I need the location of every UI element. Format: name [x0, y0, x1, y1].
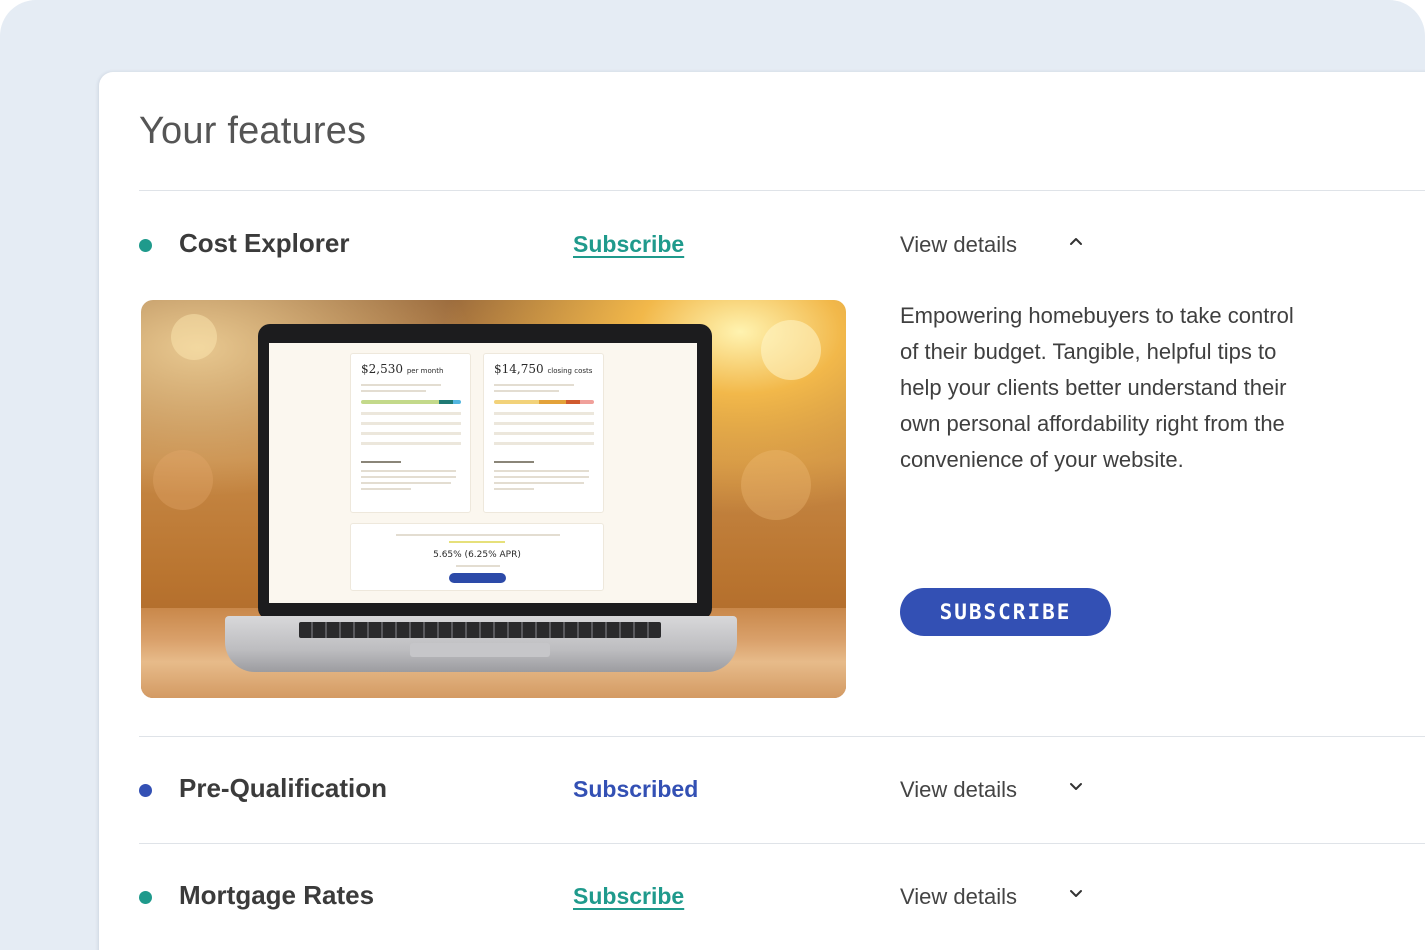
- text-line: [456, 565, 500, 567]
- page-title: Your features: [139, 110, 367, 152]
- subscribe-link[interactable]: Subscribe: [573, 883, 684, 910]
- closing-cost-card: $14,750 closing costs: [483, 353, 604, 513]
- subscribed-status: Subscribed: [573, 776, 699, 802]
- legend-row: [494, 442, 594, 445]
- rate-card: 5.65% (6.25% APR): [350, 523, 604, 591]
- status-dot: [139, 891, 152, 904]
- browse-rates-button: [449, 573, 506, 583]
- text-line: [494, 461, 534, 463]
- text-line: [494, 476, 589, 478]
- text-line: [494, 384, 574, 386]
- feature-row-cost-explorer: Cost Explorer Subscribe View details: [99, 226, 1425, 266]
- divider: [139, 190, 1425, 191]
- keyboard: [299, 622, 661, 638]
- cost-breakdown-bar: [361, 400, 461, 404]
- laptop-screen: $2,530 per month $14,750 closing costs 5…: [269, 343, 697, 603]
- bokeh-light: [761, 320, 821, 380]
- status-dot: [139, 784, 152, 797]
- monthly-amount: $2,530 per month: [361, 362, 444, 376]
- legend-row: [494, 422, 594, 425]
- text-line: [494, 390, 559, 392]
- text-line: [396, 534, 560, 536]
- text-line: [361, 384, 441, 386]
- feature-name: Pre-Qualification: [179, 773, 388, 803]
- feature-row-pre-qualification: Pre-Qualification Subscribed View detail…: [99, 771, 1425, 811]
- subscribe-button[interactable]: SUBSCRIBE: [900, 588, 1111, 636]
- view-details-link[interactable]: View details: [900, 884, 1017, 910]
- features-panel: Your features Cost Explorer Subscribe Vi…: [99, 72, 1425, 950]
- text-line: [361, 482, 451, 484]
- laptop-icon: $2,530 per month $14,750 closing costs 5…: [258, 324, 712, 620]
- trackpad: [410, 643, 550, 657]
- product-image: $2,530 per month $14,750 closing costs 5…: [141, 300, 846, 698]
- text-line: [361, 461, 401, 463]
- rate-tag: [449, 541, 505, 543]
- feature-row-mortgage-rates: Mortgage Rates Subscribe View details: [99, 878, 1425, 918]
- text-line: [361, 390, 426, 392]
- bokeh-light: [171, 314, 217, 360]
- cost-breakdown-bar: [494, 400, 594, 404]
- legend-row: [494, 432, 594, 435]
- text-line: [361, 476, 456, 478]
- legend-row: [361, 422, 461, 425]
- text-line: [494, 488, 534, 490]
- legend-row: [494, 412, 594, 415]
- legend-row: [361, 412, 461, 415]
- view-details-link[interactable]: View details: [900, 777, 1017, 803]
- rate-value: 5.65% (6.25% APR): [433, 550, 521, 560]
- chevron-up-icon[interactable]: [1065, 230, 1087, 252]
- status-dot: [139, 239, 152, 252]
- divider: [139, 736, 1425, 737]
- subscribe-link[interactable]: Subscribe: [573, 231, 684, 258]
- divider: [139, 843, 1425, 844]
- text-line: [361, 470, 456, 472]
- feature-name: Cost Explorer: [179, 228, 350, 258]
- monthly-cost-card: $2,530 per month: [350, 353, 471, 513]
- feature-description: Empowering homebuyers to take control of…: [900, 303, 1294, 472]
- laptop-base: [225, 616, 737, 672]
- view-details-link[interactable]: View details: [900, 232, 1017, 258]
- bokeh-light: [741, 450, 811, 520]
- text-line: [361, 488, 411, 490]
- chevron-down-icon[interactable]: [1065, 775, 1087, 797]
- feature-name: Mortgage Rates: [179, 880, 375, 910]
- app-frame: Your features Cost Explorer Subscribe Vi…: [0, 0, 1425, 950]
- chevron-down-icon[interactable]: [1065, 882, 1087, 904]
- legend-row: [361, 442, 461, 445]
- legend-row: [361, 432, 461, 435]
- text-line: [494, 470, 589, 472]
- bokeh-light: [153, 450, 213, 510]
- text-line: [494, 482, 584, 484]
- closing-amount: $14,750 closing costs: [494, 362, 593, 376]
